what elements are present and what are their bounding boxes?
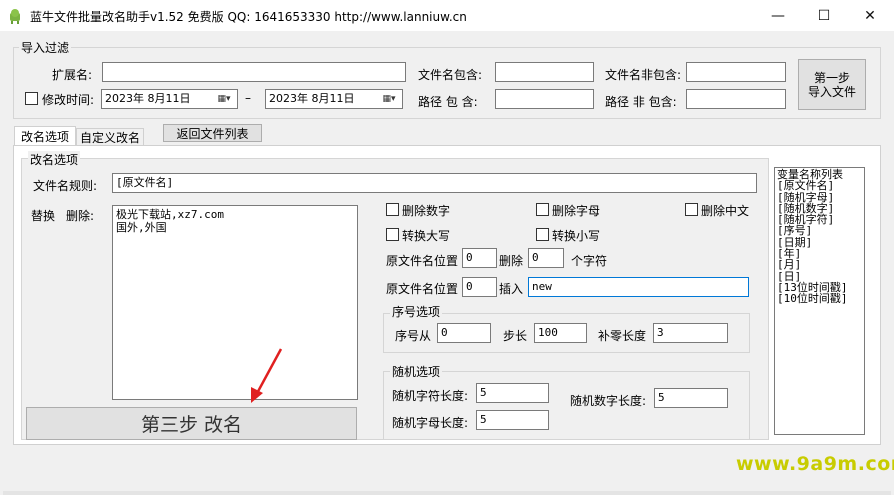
random-char-len-input[interactable]: 5 xyxy=(476,383,549,403)
date-from-value: 2023年 8月11日 xyxy=(105,92,191,105)
calendar-dropdown-icon[interactable]: ▦▾ xyxy=(211,90,237,108)
import-files-button[interactable]: 第一步 导入文件 xyxy=(798,59,866,110)
maximize-button[interactable]: ☐ xyxy=(801,0,847,31)
date-to-value: 2023年 8月11日 xyxy=(269,92,355,105)
to-upper-label: 转换大写 xyxy=(402,229,451,243)
tab-custom-rename[interactable]: 自定义改名 xyxy=(76,128,144,146)
tab-rename-options[interactable]: 改名选项 xyxy=(14,126,76,146)
status-strip xyxy=(3,491,891,495)
random-digit-len-input[interactable]: 5 xyxy=(654,388,728,408)
rename-options-label: 改名选项 xyxy=(28,151,81,168)
pos-delete-label: 原文件名位置 xyxy=(386,254,459,268)
red-arrow-icon xyxy=(251,348,283,403)
variable-list-item[interactable]: [原文件名] xyxy=(777,180,862,192)
import-filter-label: 导入过滤 xyxy=(19,39,72,56)
seq-from-label: 序号从 xyxy=(395,329,432,343)
to-lower-label: 转换小写 xyxy=(552,229,601,243)
variable-list-item[interactable]: [月] xyxy=(777,259,862,271)
random-digit-len-label: 随机数字长度: xyxy=(570,394,647,408)
delete-chinese-checkbox[interactable] xyxy=(685,203,698,216)
mod-time-checkbox[interactable] xyxy=(25,92,38,105)
seq-from-input[interactable]: 0 xyxy=(437,323,491,343)
delete-chinese-label: 删除中文 xyxy=(701,204,750,218)
name-contains-label: 文件名包含: xyxy=(418,68,483,82)
variables-listbox[interactable]: 变量名称列表 [原文件名] [随机字母] [随机数字] [随机字符] [序号] [日期] [年… xyxy=(774,167,865,435)
app-icon xyxy=(10,9,20,24)
delete-digits-label: 删除数字 xyxy=(402,204,451,218)
insert-action-label: 插入 xyxy=(499,282,524,296)
random-letter-len-input[interactable]: 5 xyxy=(476,410,549,430)
step3-rename-button[interactable]: 第三步 改名 xyxy=(26,407,357,440)
mod-time-label: 修改时间: xyxy=(42,93,95,107)
sequence-options-label: 序号选项 xyxy=(390,303,443,320)
path-not-contains-input[interactable] xyxy=(686,89,786,109)
rule-label: 文件名规则: xyxy=(33,179,98,193)
back-to-file-list-button[interactable]: 返回文件列表 xyxy=(163,124,262,142)
variable-list-item[interactable]: [10位时间戳] xyxy=(777,293,862,305)
close-button[interactable]: ✕ xyxy=(847,0,893,31)
delete-letters-checkbox[interactable] xyxy=(536,203,549,216)
path-contains-input[interactable] xyxy=(495,89,594,109)
replace-label: 替换 xyxy=(31,209,56,223)
name-contains-input[interactable] xyxy=(495,62,594,82)
to-upper-checkbox[interactable] xyxy=(386,228,399,241)
name-not-contains-input[interactable] xyxy=(686,62,786,82)
pos-insert-position-input[interactable]: 0 xyxy=(462,277,497,297)
delete-digits-checkbox[interactable] xyxy=(386,203,399,216)
date-separator: – xyxy=(245,91,251,105)
zero-pad-input[interactable]: 3 xyxy=(653,323,728,343)
seq-step-label: 步长 xyxy=(503,329,528,343)
window-title: 蓝牛文件批量改名助手v1.52 免费版 QQ: 1641653330 http:… xyxy=(30,10,467,24)
random-options-label: 随机选项 xyxy=(390,363,443,380)
path-not-contains-label: 路径 非 包含: xyxy=(605,95,677,109)
seq-step-input[interactable]: 100 xyxy=(534,323,587,343)
minimize-button[interactable]: — xyxy=(755,0,801,31)
path-contains-label: 路径 包 含: xyxy=(418,95,478,109)
delete-letters-label: 删除字母 xyxy=(552,204,601,218)
random-letter-len-label: 随机字母长度: xyxy=(392,416,469,430)
extension-input[interactable] xyxy=(102,62,406,82)
calendar-dropdown-icon[interactable]: ▦▾ xyxy=(376,90,402,108)
delete-count-input[interactable]: 0 xyxy=(528,248,564,268)
delete-action-label: 删除 xyxy=(499,254,524,268)
rule-input[interactable]: [原文件名] xyxy=(112,173,757,193)
zero-pad-label: 补零长度 xyxy=(598,329,647,343)
pos-delete-position-input[interactable]: 0 xyxy=(462,248,497,268)
watermark-text: www.9a9m.com xyxy=(736,453,894,475)
replace-textarea[interactable]: 极光下载站,xz7.com 国外,外国 xyxy=(112,205,358,400)
pos-insert-label: 原文件名位置 xyxy=(386,282,459,296)
insert-text-input[interactable]: new xyxy=(528,277,749,297)
name-not-contains-label: 文件名非包含: xyxy=(605,68,682,82)
extension-label: 扩展名: xyxy=(52,68,93,82)
random-char-len-label: 随机字符长度: xyxy=(392,389,469,403)
delete-label: 删除: xyxy=(66,209,95,223)
to-lower-checkbox[interactable] xyxy=(536,228,549,241)
chars-unit-label: 个字符 xyxy=(571,254,608,268)
